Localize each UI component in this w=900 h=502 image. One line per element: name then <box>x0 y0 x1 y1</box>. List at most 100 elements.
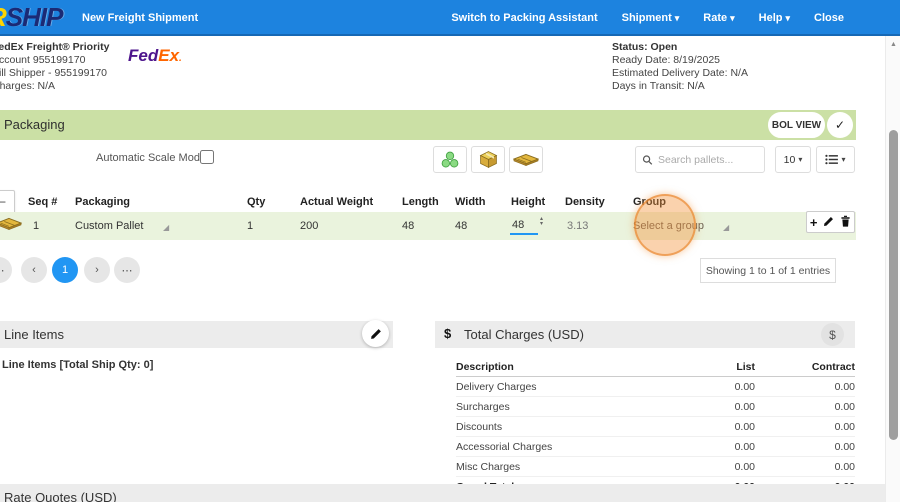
col-header-qty: Qty <box>247 196 265 208</box>
row-seq: 1 <box>33 220 39 232</box>
collapse-all-button[interactable]: − <box>0 190 15 214</box>
packaging-section-title: Packaging <box>4 117 65 132</box>
line-items-title: Line Items <box>4 327 64 342</box>
list-view-icon <box>825 154 838 165</box>
total-charges-table: Description List Contract Delivery Charg… <box>456 357 855 496</box>
row-actual-weight[interactable]: 200 <box>300 220 318 232</box>
total-charges-section-header: $ Total Charges (USD) $ <box>435 321 855 348</box>
resize-handle-icon[interactable]: ◢ <box>163 223 169 232</box>
add-pallet-button[interactable] <box>509 146 543 173</box>
line-items-summary: Line Items [Total Ship Qty: 0] <box>2 359 153 371</box>
charges-row-accessorial: Accessorial Charges 0.00 0.00 <box>456 437 855 457</box>
trash-icon <box>840 215 851 227</box>
billing-line: Bill Shipper - 955199170 <box>0 67 109 80</box>
edit-row-button[interactable] <box>823 216 834 229</box>
col-header-group: Group <box>633 196 666 208</box>
shipment-status-block: Status: Open Ready Date: 8/19/2025 Estim… <box>612 41 748 93</box>
charges-line: Charges: N/A <box>0 80 109 93</box>
confirm-packaging-button[interactable]: ✓ <box>827 112 853 138</box>
menu-shipment[interactable]: Shipment▾ <box>622 12 680 24</box>
height-stepper[interactable]: ▴ ▾ <box>540 217 543 227</box>
menu-close[interactable]: Close <box>814 12 844 24</box>
app-logo: RSHIP <box>0 2 62 33</box>
scroll-up-icon[interactable]: ▲ <box>890 41 897 48</box>
rate-quotes-title: Rate Quotes (USD) <box>4 490 117 502</box>
row-pallet-icon <box>0 217 22 234</box>
caret-down-icon: ▾ <box>786 13 791 23</box>
estimated-delivery-line: Estimated Delivery Date: N/A <box>612 67 748 80</box>
pagination-page-1[interactable]: 1 <box>52 257 78 283</box>
group-cluster-icon <box>440 150 460 170</box>
charges-row-delivery: Delivery Charges 0.00 0.00 <box>456 377 855 397</box>
col-header-width: Width <box>455 196 485 208</box>
edit-line-items-button[interactable] <box>362 320 389 347</box>
menu-switch-packing-assistant[interactable]: Switch to Packing Assistant <box>451 12 597 24</box>
caret-down-icon: ▾ <box>730 13 735 23</box>
freight-shipment-window: RSHIP New Freight Shipment Switch to Pac… <box>0 0 900 502</box>
row-length[interactable]: 48 <box>402 220 414 232</box>
charges-row-discounts: Discounts 0.00 0.00 <box>456 417 855 437</box>
showing-entries-label: Showing 1 to 1 of 1 entries <box>700 258 836 283</box>
automatic-scale-mode-checkbox[interactable] <box>200 150 214 164</box>
col-header-seq: Seq # <box>28 196 57 208</box>
charges-header-row: Description List Contract <box>456 357 855 377</box>
row-width[interactable]: 48 <box>455 220 467 232</box>
automatic-scale-mode-label: Automatic Scale Mode <box>96 152 206 164</box>
col-header-height: Height <box>511 196 545 208</box>
row-qty[interactable]: 1 <box>247 220 253 232</box>
group-pallets-button[interactable] <box>433 146 467 173</box>
check-icon: ✓ <box>835 118 845 132</box>
scrollbar-thumb[interactable] <box>889 130 898 440</box>
row-packaging-select[interactable]: Custom Pallet <box>75 220 143 232</box>
page-size-select[interactable]: 10▾ <box>775 146 811 173</box>
charges-row-misc: Misc Charges 0.00 0.00 <box>456 457 855 477</box>
rate-quotes-section-header: Rate Quotes (USD) <box>0 484 885 502</box>
top-menu: Switch to Packing Assistant Shipment▾ Ra… <box>451 0 844 36</box>
vertical-scrollbar[interactable]: ▲ <box>885 36 900 502</box>
ready-date-line: Ready Date: 8/19/2025 <box>612 54 748 67</box>
top-navigation-bar: RSHIP New Freight Shipment Switch to Pac… <box>0 0 900 36</box>
pencil-icon <box>370 328 382 340</box>
col-header-density: Density <box>565 196 605 208</box>
service-name: FedEx Freight® Priority <box>0 41 109 54</box>
pencil-icon <box>823 216 834 227</box>
charges-row-surcharges: Surcharges 0.00 0.00 <box>456 397 855 417</box>
pallet-icon <box>513 153 539 167</box>
shipment-info-block: FedEx Freight® Priority Account 95519917… <box>0 41 109 93</box>
row-density: 3.13 <box>567 220 588 232</box>
days-in-transit-line: Days in Transit: N/A <box>612 80 748 93</box>
row-action-buttons: + <box>806 211 855 233</box>
logo-brand: SHIP <box>6 2 63 32</box>
caret-down-icon: ▾ <box>798 155 802 164</box>
menu-help[interactable]: Help▾ <box>759 12 790 24</box>
delete-row-button[interactable] <box>840 215 851 229</box>
line-items-section-header: Line Items <box>0 321 393 348</box>
dollar-icon: $ <box>444 326 451 341</box>
row-group-select[interactable]: Select a group <box>633 220 704 232</box>
search-pallets-input[interactable] <box>658 154 758 166</box>
charges-toggle-button[interactable]: $ <box>821 323 844 346</box>
search-icon <box>642 154 653 166</box>
pagination-prev[interactable]: ‹ <box>21 257 47 283</box>
bol-view-button[interactable]: BOL VIEW <box>768 112 825 138</box>
total-charges-title: Total Charges (USD) <box>464 327 584 342</box>
fedex-logo: FedEx. <box>128 46 182 66</box>
row-height-input[interactable] <box>510 216 538 235</box>
add-row-button[interactable]: + <box>810 216 818 229</box>
caret-down-icon: ▾ <box>841 155 845 164</box>
add-box-button[interactable] <box>471 146 505 173</box>
dollar-icon: $ <box>829 328 836 342</box>
pallet-search <box>635 146 765 173</box>
caret-down-icon: ▾ <box>675 13 680 23</box>
spinner-down-icon: ▾ <box>540 222 543 227</box>
resize-handle-icon[interactable]: ◢ <box>723 223 729 232</box>
pagination-first[interactable]: ⋯ <box>0 257 12 283</box>
pagination-last[interactable]: ⋯ <box>114 257 140 283</box>
col-header-actual-weight: Actual Weight <box>300 196 373 208</box>
page-title: New Freight Shipment <box>82 12 198 24</box>
view-options-select[interactable]: ▾ <box>816 146 855 173</box>
box-icon <box>479 150 498 169</box>
menu-rate[interactable]: Rate▾ <box>703 12 734 24</box>
col-header-length: Length <box>402 196 439 208</box>
pagination-next[interactable]: › <box>84 257 110 283</box>
